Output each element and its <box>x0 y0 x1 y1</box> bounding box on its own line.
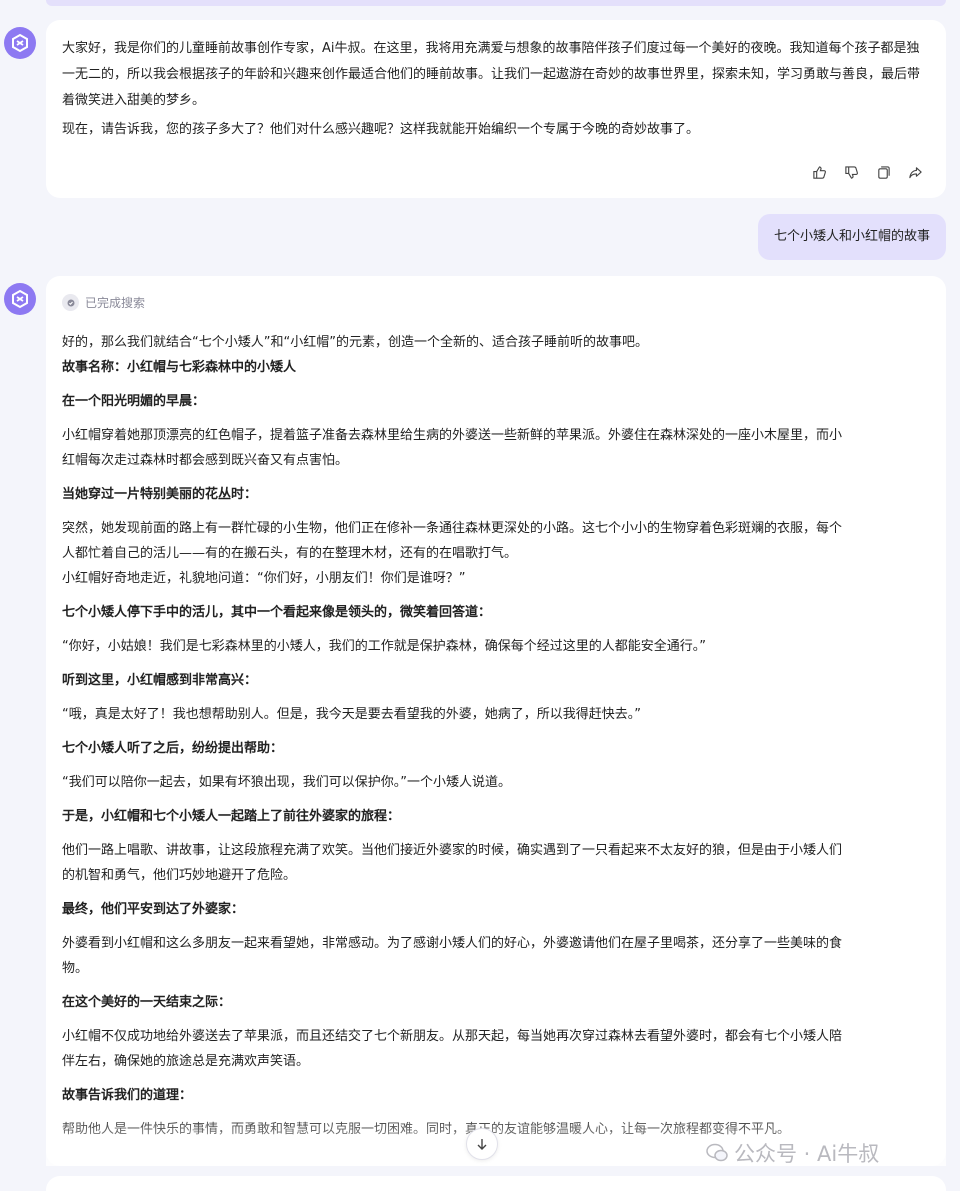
next-message-edge <box>46 1176 946 1191</box>
story-heading: 听到这里，小红帽感到非常高兴： <box>62 673 258 688</box>
assistant-avatar <box>4 283 36 315</box>
assistant-message-story: 已完成搜索 好的，那么我们就结合“七个小矮人”和“小红帽”的元素，创造一个全新的… <box>46 276 946 1166</box>
intro-paragraph: 大家好，我是你们的儿童睡前故事创作专家，Ai牛叔。在这里，我将用充满爱与想象的故… <box>62 41 921 108</box>
story-text: 的机智和勇气，他们巧妙地避开了危险。 <box>62 868 297 883</box>
thumbs-up-icon[interactable] <box>810 163 828 181</box>
story-text: 好的，那么我们就结合“七个小矮人”和“小红帽”的元素，创造一个全新的、适合孩子睡… <box>62 335 648 350</box>
story-heading: 故事告诉我们的道理： <box>62 1088 193 1103</box>
story-heading: 七个小矮人停下手中的活儿，其中一个看起来像是领头的，微笑着回答道： <box>62 605 492 620</box>
assistant-logo-icon <box>12 33 28 53</box>
story-text: 人都忙着自己的活儿——有的在搬石头，有的在整理木材，还有的在唱歌打气。 <box>62 546 518 561</box>
story-text: 突然，她发现前面的路上有一群忙碌的小生物，他们正在修补一条通往森林更深处的小路。… <box>62 521 843 536</box>
previous-message-edge <box>46 0 946 6</box>
story-heading: 当她穿过一片特别美丽的花丛时： <box>62 487 258 502</box>
watermark-text: 公众号 · Ai牛叔 <box>734 1142 880 1166</box>
story-text: 伴左右，确保她的旅途总是充满欢声笑语。 <box>62 1054 310 1069</box>
story-text: 小红帽好奇地走近，礼貌地问道：“你们好，小朋友们！你们是谁呀？” <box>62 571 466 586</box>
story-heading: 七个小矮人听了之后，纷纷提出帮助： <box>62 741 284 756</box>
scroll-to-bottom-button[interactable] <box>466 1128 498 1160</box>
story-text: 他们一路上唱歌、讲故事，让这段旅程充满了欢笑。当他们接近外婆家的时候，确实遇到了… <box>62 843 843 858</box>
assistant-logo-icon <box>12 289 28 309</box>
arrow-down-icon <box>477 1139 487 1150</box>
story-text: 小红帽穿着她那顶漂亮的红色帽子，提着篮子准备去森林里给生病的外婆送一些新鲜的苹果… <box>62 428 843 443</box>
story-text: 小红帽不仅成功地给外婆送去了苹果派，而且还结交了七个新朋友。从那天起，每当她再次… <box>62 1029 843 1044</box>
assistant-avatar <box>4 27 36 59</box>
copy-icon[interactable] <box>874 163 892 181</box>
story-text: 外婆看到小红帽和这么多朋友一起来看望她，非常感动。为了感谢小矮人们的好心，外婆邀… <box>62 936 843 951</box>
search-status-label: 已完成搜索 <box>85 296 146 310</box>
story-text: 物。 <box>62 961 89 976</box>
share-icon[interactable] <box>906 163 924 181</box>
story-heading: 在一个阳光明媚的早晨： <box>62 394 206 409</box>
story-text: “你好，小姑娘！我们是七彩森林里的小矮人，我们的工作就是保护森林，确保每个经过这… <box>62 639 706 654</box>
wechat-icon <box>706 1143 728 1162</box>
story-heading: 于是，小红帽和七个小矮人一起踏上了前往外婆家的旅程： <box>62 809 401 824</box>
search-status[interactable]: 已完成搜索 <box>62 294 145 311</box>
story-text: “我们可以陪你一起去，如果有坏狼出现，我们可以保护你。”一个小矮人说道。 <box>62 775 511 790</box>
thumbs-down-icon[interactable] <box>842 163 860 181</box>
message-actions <box>810 163 924 181</box>
story-text: 红帽每次走过森林时都会感到既兴奋又有点害怕。 <box>62 453 349 468</box>
story-heading: 故事名称：小红帽与七彩森林中的小矮人 <box>62 360 297 375</box>
intro-question: 现在，请告诉我，您的孩子多大了？他们对什么感兴趣呢？这样我就能开始编织一个专属于… <box>62 122 700 137</box>
assistant-message-intro: 大家好，我是你们的儿童睡前故事创作专家，Ai牛叔。在这里，我将用充满爱与想象的故… <box>46 20 946 198</box>
story-heading: 在这个美好的一天结束之际： <box>62 995 232 1010</box>
story-heading: 最终，他们平安到达了外婆家： <box>62 902 245 917</box>
watermark: 公众号 · Ai牛叔 <box>706 1138 879 1168</box>
story-text: “哦，真是太好了！我也想帮助别人。但是，我今天是要去看望我的外婆，她病了，所以我… <box>62 707 641 722</box>
user-message: 七个小矮人和小红帽的故事 <box>757 214 946 260</box>
story-content: 好的，那么我们就结合“七个小矮人”和“小红帽”的元素，创造一个全新的、适合孩子睡… <box>62 330 930 1142</box>
search-done-icon <box>62 294 79 311</box>
